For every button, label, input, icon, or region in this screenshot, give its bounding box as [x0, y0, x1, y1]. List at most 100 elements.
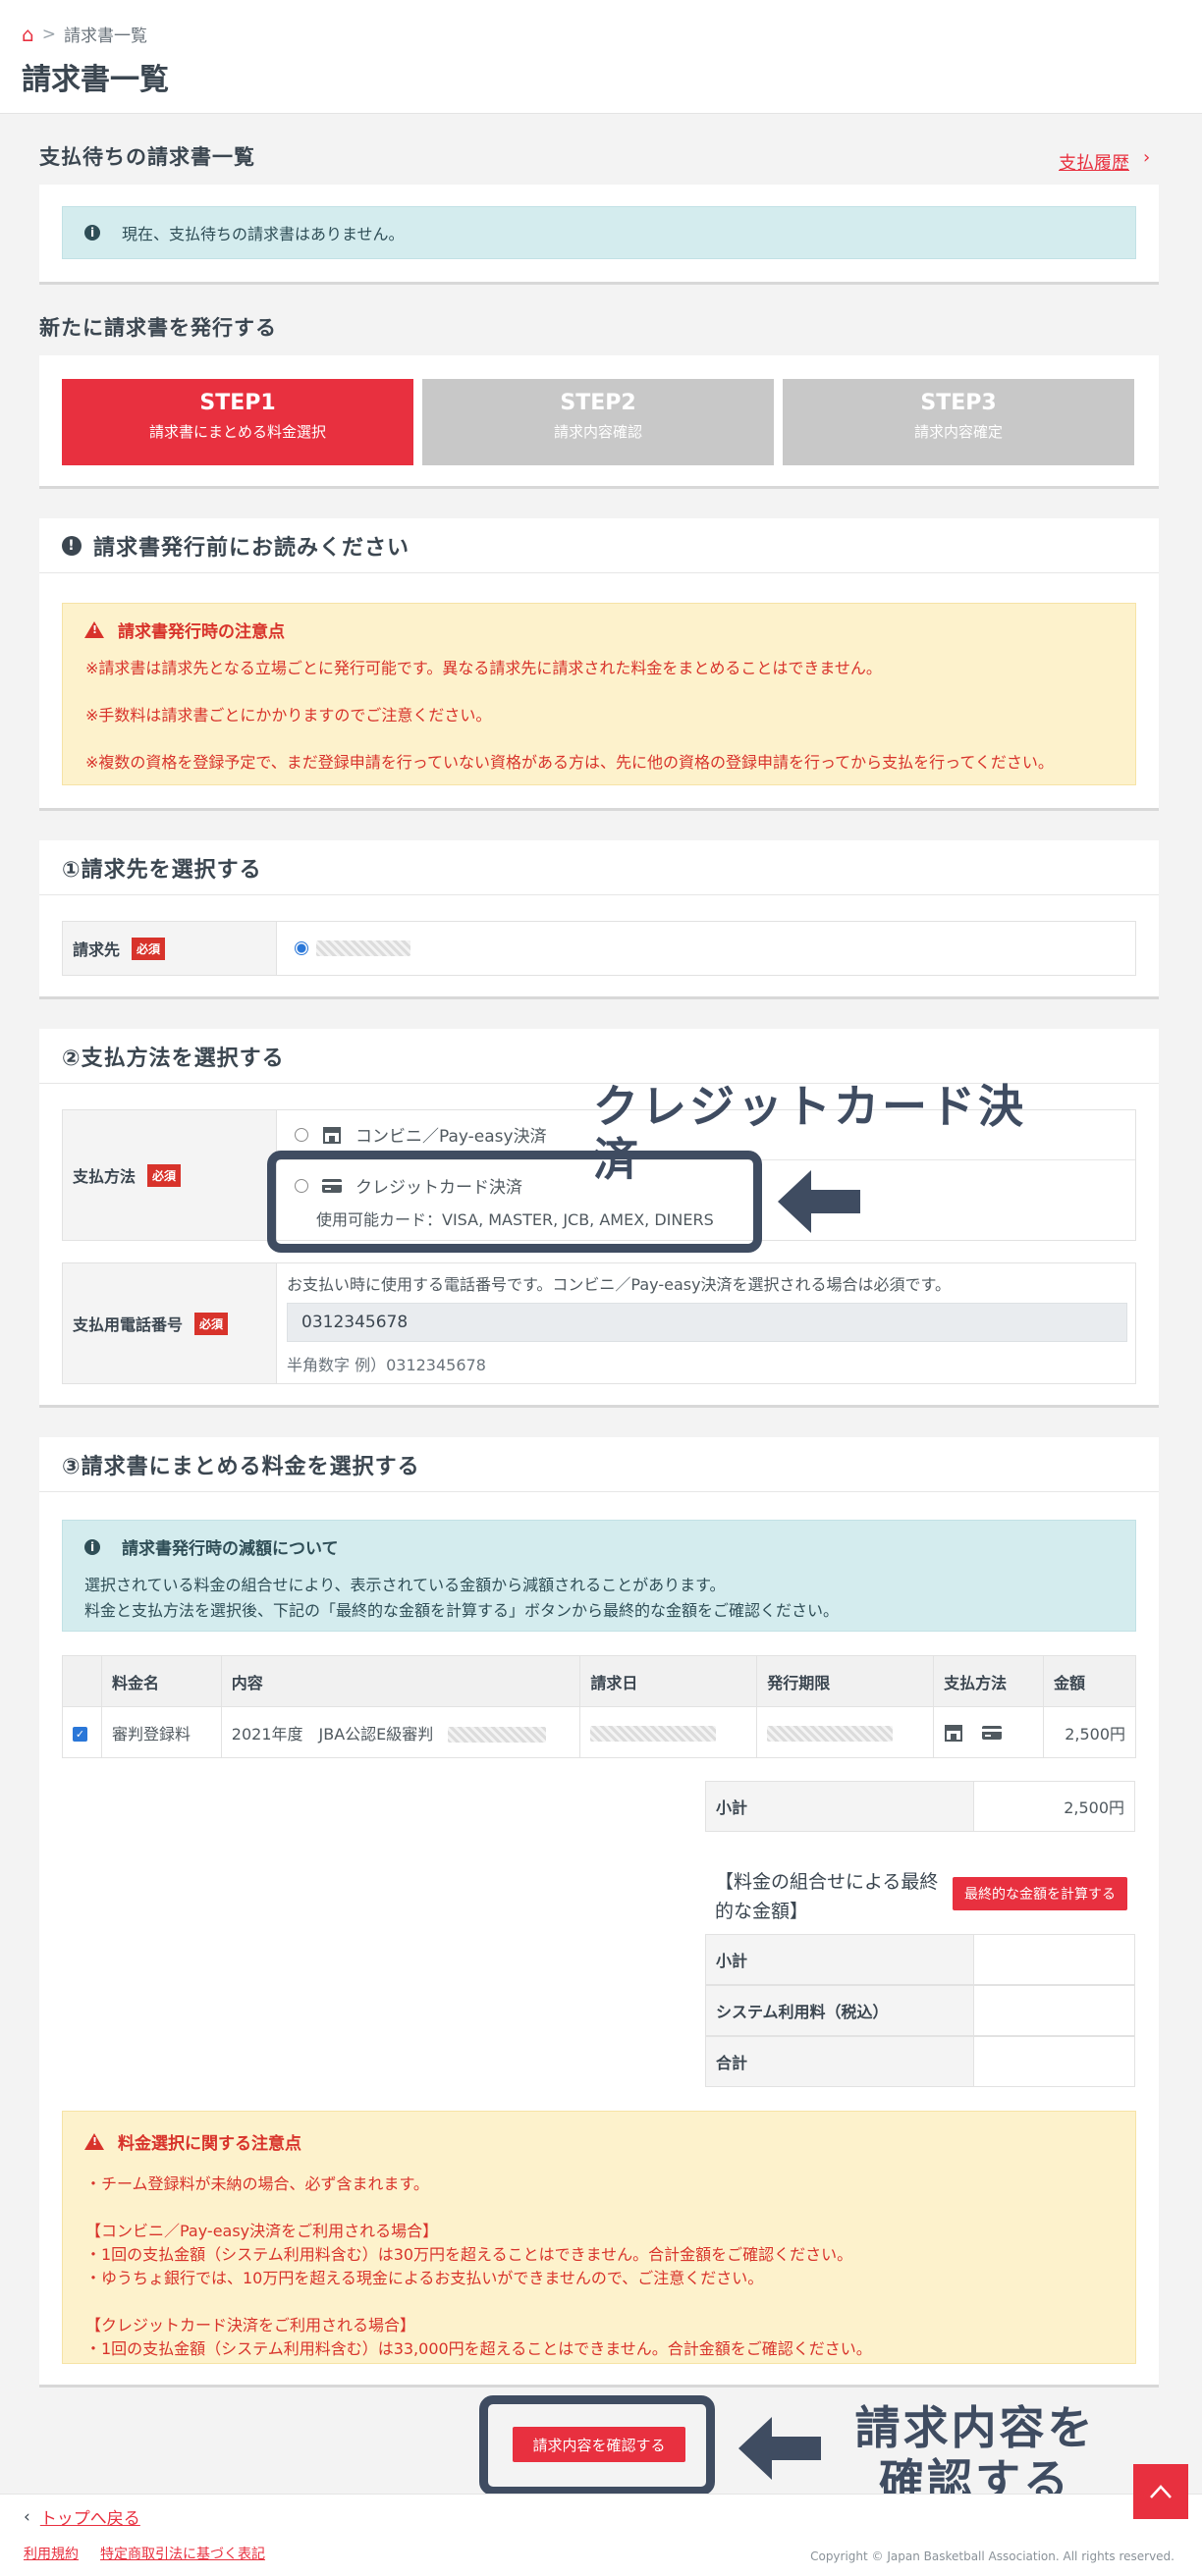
terms-link[interactable]: 利用規約: [24, 2544, 79, 2563]
step-3-label: STEP3: [920, 391, 997, 415]
payment-phone-hint: 半角数字 例）0312345678: [287, 1356, 486, 1374]
payment-methods-cell: [933, 1706, 1045, 1758]
scroll-to-top-button[interactable]: [1133, 2464, 1188, 2519]
issue-warning-title-row: 請求書発行時の注意点: [84, 617, 285, 642]
step-2-sub: 請求内容確認: [553, 423, 642, 441]
column-header: 料金名: [100, 1655, 222, 1707]
final-subtotal-label: 小計: [706, 1935, 974, 1984]
breadcrumb: ⌂ > 請求書一覧: [22, 22, 147, 47]
calculate-final-amount-button[interactable]: 最終的な金額を計算する: [953, 1877, 1127, 1910]
confirm-annotation-line-1: 請求内容を: [854, 2401, 1096, 2454]
warning-icon: [84, 2133, 104, 2150]
convenience-radio[interactable]: [295, 1127, 308, 1142]
home-icon[interactable]: ⌂: [22, 25, 34, 44]
commerce-law-link[interactable]: 特定商取引法に基づく表記: [100, 2544, 265, 2563]
issue-warning-line-1: ※請求書は請求先となる立場ごとに発行可能です。異なる請求先に請求された料金をまと…: [85, 659, 882, 677]
step-1-sub: 請求書にまとめる料金選択: [148, 423, 326, 441]
reduction-info-line-1: 選択されている料金の組合せにより、表示されている金額から減額されることがあります…: [84, 1576, 726, 1594]
chevron-up-icon: [1150, 2485, 1172, 2498]
chevron-right-icon: ›: [1143, 147, 1151, 168]
payment-title: ②支払方法を選択する: [62, 1046, 285, 1071]
option-convenience[interactable]: コンビニ／Pay-easy決済: [295, 1122, 547, 1147]
page-header: ⌂ > 請求書一覧 請求書一覧: [0, 0, 1202, 114]
billing-target-label-text: 請求先: [73, 940, 121, 959]
convenience-label: コンビニ／Pay-easy決済: [355, 1127, 547, 1147]
fee-warning-title: 料金選択に関する注意点: [118, 2134, 301, 2154]
reduction-info-title-row: i 請求書発行時の減額について: [84, 1534, 339, 1559]
pending-card: i 現在、支払待ちの請求書はありません。: [39, 185, 1159, 285]
credit-callout-frame: [267, 1151, 762, 1253]
system-fee-value: [974, 1986, 1134, 2035]
column-header: 請求日: [579, 1655, 758, 1707]
issue-warning-title: 請求書発行時の注意点: [118, 622, 285, 642]
notice-title: 請求書発行前にお読みください: [93, 535, 410, 561]
footer: ‹ トップへ戻る 利用規約 特定商取引法に基づく表記 Copyright © J…: [0, 2494, 1202, 2576]
notice-card: ! 請求書発行前にお読みください 請求書発行時の注意点 ※請求書は請求先となる立…: [39, 518, 1159, 811]
payment-method-label-text: 支払方法: [73, 1167, 137, 1186]
arrow-left-icon: [738, 2417, 821, 2480]
info-icon: i: [84, 225, 100, 241]
issue-warning-box: 請求書発行時の注意点 ※請求書は請求先となる立場ごとに発行可能です。異なる請求先…: [62, 603, 1136, 785]
billing-target-label: 請求先 必須: [63, 922, 277, 975]
fee-content-text: 2021年度 JBA公認E級審判: [231, 1724, 434, 1744]
step-1-label: STEP1: [199, 391, 276, 415]
issue-warning-line-3: ※複数の資格を登録予定で、まだ登録申請を行っていない資格がある方は、先に他の資格…: [85, 753, 1054, 772]
fees-table: 料金名 内容 請求日 発行期限 支払方法 金額 ✓ 審判登録料 2021年度 J…: [62, 1655, 1136, 1758]
page-title: 請求書一覧: [22, 63, 169, 97]
chevron-right-icon: >: [41, 24, 56, 44]
column-header: 内容: [220, 1655, 581, 1707]
fee-warning-line: ・1回の支払金額（システム利用料含む）は33,000円を超えることはできません。…: [85, 2339, 872, 2358]
blurred-issue-deadline: [767, 1725, 894, 1742]
store-icon: [323, 1126, 341, 1144]
payment-header: ②支払方法を選択する: [39, 1029, 1159, 1084]
required-badge: 必須: [147, 1163, 182, 1187]
billing-target-title: ①請求先を選択する: [62, 857, 262, 883]
payment-phone-label-text: 支払用電話番号: [73, 1315, 184, 1334]
column-header: 金額: [1043, 1655, 1136, 1707]
exclamation-icon: !: [62, 535, 82, 556]
payment-phone-label: 支払用電話番号 必須: [63, 1263, 277, 1383]
fee-selection-warning-box: 料金選択に関する注意点 ・チーム登録料が未納の場合、必ず含まれます。 【コンビニ…: [62, 2111, 1136, 2364]
footer-links: 利用規約 特定商取引法に基づく表記: [24, 2544, 265, 2563]
billing-target-row: 請求先 必須: [62, 921, 1136, 976]
arrow-left-icon: [778, 1170, 860, 1233]
fees-title: ③請求書にまとめる料金を選択する: [62, 1454, 420, 1479]
pending-section-title: 支払待ちの請求書一覧: [39, 145, 255, 169]
total-row: 合計: [705, 2036, 1135, 2087]
system-fee-label: システム利用料（税込）: [706, 1986, 974, 2035]
column-header: 支払方法: [933, 1655, 1045, 1707]
blurred-billing-date: [590, 1725, 717, 1742]
blurred-content: [448, 1727, 547, 1743]
back-to-top-link[interactable]: トップへ戻る: [40, 2504, 140, 2529]
fee-warning-line: ・チーム登録料が未納の場合、必ず含まれます。: [85, 2174, 429, 2193]
table-row: ✓ 審判登録料 2021年度 JBA公認E級審判 2,500円: [62, 1706, 1136, 1758]
notice-header: ! 請求書発行前にお読みください: [39, 518, 1159, 573]
fee-warning-line: 【クレジットカード決済をご利用される場合】: [85, 2316, 416, 2334]
phone-input[interactable]: [287, 1303, 1127, 1342]
store-icon: [945, 1725, 963, 1743]
subtotal-label: 小計: [706, 1782, 974, 1831]
copyright: Copyright © Japan Basketball Association…: [810, 2549, 1175, 2563]
fee-warning-line: ・ゆうちょ銀行では、10万円を超える現金によるお支払いができませんので、ご注意く…: [85, 2269, 764, 2287]
billing-date-cell: [579, 1706, 758, 1758]
final-amount-label: 【料金の組合せによる最終的な金額】: [715, 1871, 939, 1922]
total-label: 合計: [706, 2037, 974, 2086]
chevron-left-icon: ‹: [24, 2506, 30, 2527]
final-subtotal-value: [974, 1935, 1134, 1984]
step-2: STEP2 請求内容確認: [422, 379, 774, 465]
subtotal-row: 小計 2,500円: [705, 1781, 1135, 1832]
billing-target-radio[interactable]: [295, 941, 308, 955]
fee-checkbox[interactable]: ✓: [73, 1727, 87, 1742]
billing-target-options: [277, 922, 1135, 975]
fee-warning-title-row: 料金選択に関する注意点: [84, 2129, 301, 2154]
fee-warning-line: ・1回の支払金額（システム利用料含む）は30万円を超えることはできません。合計金…: [85, 2245, 853, 2264]
billing-target-header: ①請求先を選択する: [39, 840, 1159, 895]
payment-phone-field-area: お支払い時に使用する電話番号です。コンビニ／Pay-easy決済を選択される場合…: [277, 1263, 1135, 1383]
no-pending-message: 現在、支払待ちの請求書はありません。: [122, 225, 405, 243]
fee-content-cell: 2021年度 JBA公認E級審判: [220, 1706, 581, 1758]
select-column-header: [62, 1655, 102, 1707]
payment-method-label: 支払方法 必須: [63, 1110, 277, 1240]
payment-history-link[interactable]: 支払履歴: [1059, 149, 1129, 175]
step-1: STEP1 請求書にまとめる料金選択: [62, 379, 413, 465]
fee-warning-line: 【コンビニ／Pay-easy決済をご利用される場合】: [85, 2222, 439, 2240]
